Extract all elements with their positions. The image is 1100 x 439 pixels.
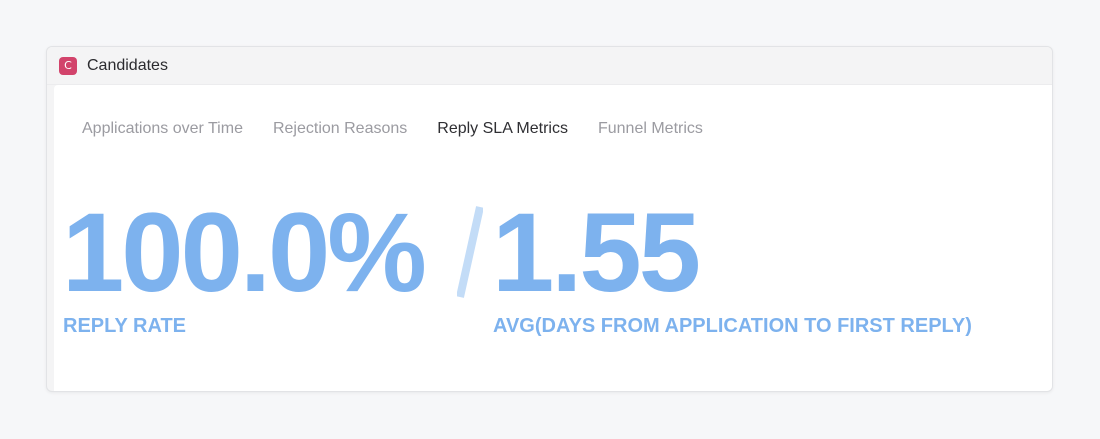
app-icon: C [59,56,77,75]
reply-rate-label: REPLY RATE [63,315,186,337]
candidates-window: C Candidates Applications over Time Reje… [46,46,1053,392]
reply-rate-value: 100.0% [62,190,427,315]
tab-funnel-metrics[interactable]: Funnel Metrics [598,120,703,138]
avg-days-value: 1.55 [492,190,701,315]
tab-rejection-reasons[interactable]: Rejection Reasons [273,120,407,138]
tab-applications-over-time[interactable]: Applications over Time [82,120,243,138]
window-title: Candidates [87,56,168,74]
avg-days-label: AVG(DAYS FROM APPLICATION TO FIRST REPLY… [493,315,972,337]
tab-reply-sla-metrics[interactable]: Reply SLA Metrics [437,120,568,138]
window-titlebar: C Candidates [47,47,1052,85]
dashboard-panel: Applications over Time Rejection Reasons… [54,85,1052,391]
tab-bar: Applications over Time Rejection Reasons… [82,120,733,138]
metric-separator [457,206,483,298]
